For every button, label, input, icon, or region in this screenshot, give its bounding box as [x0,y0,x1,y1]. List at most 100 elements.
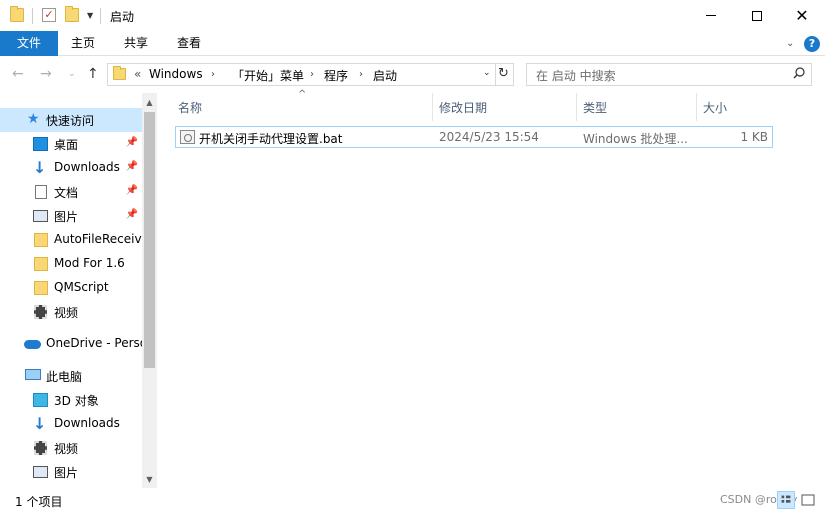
column-divider[interactable] [432,93,433,121]
computer-icon [25,369,41,380]
sidebar-item-desktop[interactable]: 桌面 📌 [0,132,142,156]
sidebar-item-videos[interactable]: 视频 [0,300,142,324]
star-icon: ★ [27,111,40,127]
table-row[interactable]: 开机关闭手动代理设置.bat 2024/5/23 15:54 Windows 批… [175,126,773,148]
sidebar-item-quick-access[interactable]: ★ 快速访问 [0,108,142,132]
search-input[interactable]: 在 启动 中搜索 [536,67,616,84]
breadcrumb-chevron-icon[interactable]: › [310,69,314,80]
cloud-icon [24,340,41,349]
sidebar-item-label: AutoFileReceive [54,232,142,246]
file-modified: 2024/5/23 15:54 [439,130,539,144]
breadcrumb-programs[interactable]: 程序 [324,67,348,84]
details-view-icon[interactable] [777,491,795,509]
sidebar-item-label: 图片 [54,466,79,480]
status-bar: 1 个项目 CSDN @roguy [0,488,825,513]
cube-icon [33,393,48,407]
title-bar: ✓ ▼ 启动 ✕ [0,0,825,31]
pin-icon[interactable]: 📌 [126,209,138,220]
sidebar-item-label: Mod For 1.6 [54,256,125,270]
large-icons-view-icon[interactable] [799,491,817,509]
up-button[interactable]: ↑ [87,65,99,83]
pin-icon[interactable]: 📌 [126,137,138,148]
sidebar-item-label: 图片 [54,210,79,224]
sidebar-item-label: OneDrive - Personal [46,336,142,350]
pin-icon[interactable]: 📌 [126,185,138,196]
tab-file[interactable]: 文件 [0,31,58,56]
pin-icon[interactable]: 📌 [126,161,138,172]
minimize-button[interactable] [688,0,734,31]
sidebar-item-label: 此电脑 [46,370,83,384]
navigation-bar: ← → ⌄ ↑ « Windows › 「开始」菜单 › 程序 › 启动 ⌄ ↻… [0,57,825,92]
recent-locations-icon[interactable]: ⌄ [68,65,76,83]
sidebar-item-label: 3D 对象 [54,394,99,408]
sidebar-item-label: QMScript [54,280,109,294]
scroll-up-icon[interactable]: ▲ [143,95,156,110]
sidebar-item-qmscript[interactable]: QMScript [0,276,142,300]
sidebar-item-onedrive[interactable]: OneDrive - Personal [0,332,142,356]
sidebar-item-mod-for-1-6[interactable]: Mod For 1.6 [0,252,142,276]
title-separator [100,8,101,24]
sidebar-item-autofilereceive[interactable]: AutoFileReceive [0,228,142,252]
sidebar-scroll-thumb[interactable] [144,112,155,368]
batch-file-icon [180,130,195,144]
sidebar-item-label: 桌面 [54,138,79,152]
search-icon[interactable] [793,67,805,79]
breadcrumb-chevron-icon[interactable]: › [211,69,215,80]
file-type: Windows 批处理... [583,132,688,146]
column-header-type[interactable]: 类型 [583,99,607,121]
help-icon[interactable]: ? [804,36,820,52]
column-divider[interactable] [576,93,577,121]
address-bar[interactable]: « Windows › 「开始」菜单 › 程序 › 启动 ⌄ ↻ [107,63,514,86]
sidebar-item-pictures[interactable]: 图片 📌 [0,204,142,228]
address-dropdown-icon[interactable]: ⌄ [483,68,491,78]
column-header-name[interactable]: 名称 [178,99,202,121]
item-count: 1 个项目 [15,495,63,509]
ribbon-tabs: 文件 主页 共享 查看 ⌄ ? [0,31,825,56]
maximize-button[interactable] [734,0,780,31]
breadcrumb-windows[interactable]: Windows [149,67,203,81]
tab-view[interactable]: 查看 [169,31,209,56]
title-separator [32,8,33,24]
sidebar-item-label: 快速访问 [46,114,95,128]
close-icon: ✕ [795,5,809,25]
forward-button[interactable]: → [40,65,52,83]
breadcrumb-chevron-icon[interactable]: › [359,69,363,80]
properties-icon[interactable]: ✓ [42,8,56,22]
breadcrumb-overflow[interactable]: « [134,67,141,81]
sidebar-item-pc-downloads[interactable]: ↓ Downloads [0,412,142,436]
picture-icon [33,466,48,478]
download-icon: ↓ [33,414,47,433]
back-button[interactable]: ← [12,65,24,83]
search-box[interactable]: 在 启动 中搜索 [526,63,812,86]
sidebar-item-this-pc[interactable]: 此电脑 [0,364,142,388]
sidebar-item-label: Downloads [54,160,120,174]
tab-share[interactable]: 共享 [116,31,156,56]
breadcrumb-start-menu[interactable]: 「开始」菜单 [232,67,304,84]
video-icon [34,441,47,455]
breadcrumb-startup[interactable]: 启动 [373,67,397,84]
folder-icon [10,6,24,22]
desktop-icon [33,137,48,151]
tab-home[interactable]: 主页 [63,31,103,56]
sidebar-item-3d-objects[interactable]: 3D 对象 [0,388,142,412]
sidebar-item-downloads[interactable]: ↓ Downloads 📌 [0,156,142,180]
sidebar-item-documents[interactable]: 文档 📌 [0,180,142,204]
column-divider[interactable] [696,93,697,121]
column-header-size[interactable]: 大小 [703,99,727,121]
window-title: 启动 [110,10,135,24]
sidebar-item-pc-videos[interactable]: 视频 [0,436,142,460]
folder-icon [113,66,126,80]
document-icon [35,185,47,199]
expand-ribbon-icon[interactable]: ⌄ [786,38,794,49]
column-header-modified[interactable]: 修改日期 [439,99,487,121]
quick-access-dropdown-icon[interactable]: ▼ [87,11,93,20]
new-folder-icon[interactable] [65,6,79,22]
sort-ascending-icon: ^ [298,89,307,100]
close-button[interactable]: ✕ [779,0,825,31]
file-name: 开机关闭手动代理设置.bat [199,132,343,146]
sidebar-item-pc-pictures[interactable]: 图片 [0,460,142,484]
refresh-icon[interactable]: ↻ [498,66,509,81]
sidebar-item-label: 视频 [54,306,79,320]
folder-icon [34,257,48,271]
scroll-down-icon[interactable]: ▼ [143,472,156,487]
